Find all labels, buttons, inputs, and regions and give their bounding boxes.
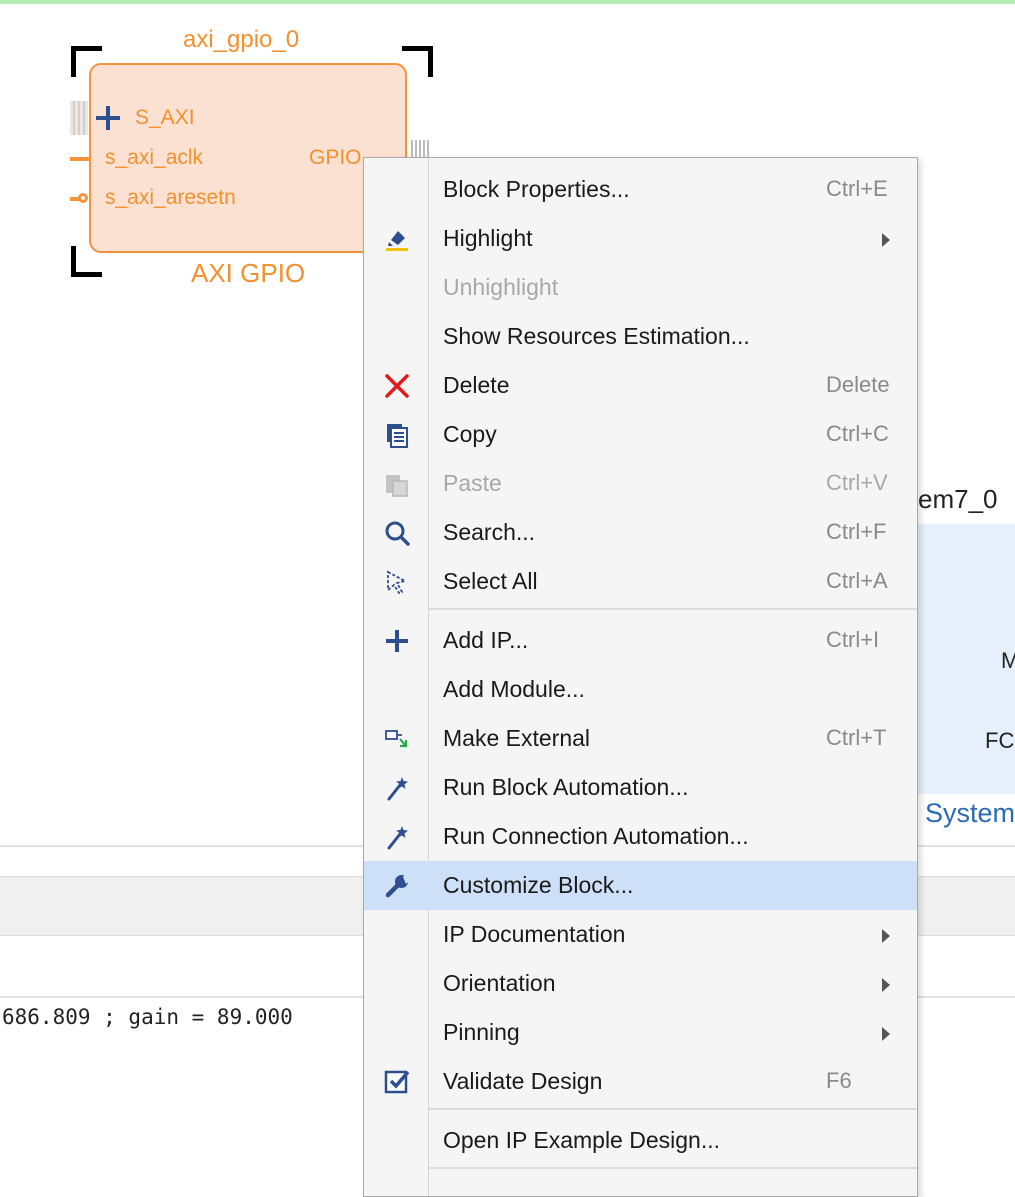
wand-icon bbox=[384, 824, 410, 850]
ps-port-label: M bbox=[1001, 648, 1015, 673]
menu-item-label: Validate Design bbox=[443, 1068, 603, 1094]
search-icon bbox=[384, 520, 410, 546]
menu-item-shortcut: Ctrl+E bbox=[826, 176, 888, 201]
menu-item-select-all[interactable]: Select All Ctrl+A bbox=[364, 557, 917, 606]
menu-item-label: Show Resources Estimation... bbox=[443, 323, 750, 349]
wrench-icon bbox=[384, 873, 410, 899]
menu-item-label: Search... bbox=[443, 519, 536, 545]
menu-item-search[interactable]: Search... Ctrl+F bbox=[364, 508, 917, 557]
ps-block-type: System bbox=[925, 798, 1015, 828]
menu-item-orientation[interactable]: Orientation bbox=[364, 959, 917, 1008]
port-s-axi-aclk: s_axi_aclk bbox=[105, 146, 204, 169]
validate-check-icon bbox=[384, 1069, 410, 1095]
ps-port-label: FC bbox=[985, 728, 1015, 753]
gpio-interface-pin[interactable] bbox=[411, 140, 429, 158]
menu-item-delete[interactable]: Delete Delete bbox=[364, 361, 917, 410]
block-type-name: AXI GPIO bbox=[191, 258, 306, 288]
menu-item-label: Select All bbox=[443, 568, 538, 594]
menu-item-label: Add IP... bbox=[443, 627, 529, 653]
menu-item-shortcut: F6 bbox=[826, 1068, 852, 1093]
menu-item-make-external[interactable]: Make External Ctrl+T bbox=[364, 714, 917, 763]
s-axi-aclk-pin[interactable] bbox=[70, 157, 90, 161]
ps-block-title: em7_0 bbox=[918, 484, 998, 514]
copy-icon bbox=[384, 422, 410, 448]
menu-item-highlight[interactable]: Highlight bbox=[364, 214, 917, 263]
menu-item-shortcut: Ctrl+V bbox=[826, 470, 888, 495]
s-axi-interface-pin[interactable] bbox=[70, 101, 88, 135]
menu-item-unhighlight[interactable]: Unhighlight bbox=[364, 263, 917, 312]
menu-item-open-ip-example-design[interactable]: Open IP Example Design... bbox=[364, 1116, 917, 1165]
menu-item-ip-documentation[interactable]: IP Documentation bbox=[364, 910, 917, 959]
highlight-icon bbox=[384, 226, 410, 252]
submenu-arrow-icon bbox=[882, 1027, 890, 1041]
expand-plus-icon[interactable] bbox=[96, 106, 120, 130]
delete-x-icon bbox=[384, 373, 410, 399]
menu-item-label: Pinning bbox=[443, 1019, 520, 1045]
port-gpio: GPIO bbox=[309, 146, 362, 169]
block-instance-name: axi_gpio_0 bbox=[183, 26, 300, 53]
port-s-axi-aresetn: s_axi_aresetn bbox=[105, 186, 236, 209]
menu-item-label: Orientation bbox=[443, 970, 556, 996]
make-external-icon bbox=[384, 726, 410, 752]
wand-icon bbox=[384, 775, 410, 801]
paste-icon bbox=[384, 471, 410, 497]
menu-item-run-connection-automation[interactable]: Run Connection Automation... bbox=[364, 812, 917, 861]
menu-item-label: Customize Block... bbox=[443, 872, 634, 898]
menu-item-show-resources-estimation[interactable]: Show Resources Estimation... bbox=[364, 312, 917, 361]
menu-separator bbox=[429, 1167, 917, 1169]
top-status-bar bbox=[0, 0, 1015, 4]
menu-separator bbox=[429, 608, 917, 610]
menu-item-shortcut: Ctrl+C bbox=[826, 421, 889, 446]
menu-item-paste[interactable]: Paste Ctrl+V bbox=[364, 459, 917, 508]
menu-item-label: Run Block Automation... bbox=[443, 774, 689, 800]
menu-item-label: IP Documentation bbox=[443, 921, 626, 947]
menu-item-label: Open IP Example Design... bbox=[443, 1127, 720, 1153]
console-output-line: 686.809 ; gain = 89.000 bbox=[2, 1005, 293, 1029]
submenu-arrow-icon bbox=[882, 233, 890, 247]
port-s-axi: S_AXI bbox=[135, 106, 195, 129]
s-axi-aresetn-pin[interactable] bbox=[78, 193, 88, 203]
menu-item-shortcut: Ctrl+A bbox=[826, 568, 888, 593]
menu-item-label: Add Module... bbox=[443, 676, 585, 702]
menu-item-label: Paste bbox=[443, 470, 502, 496]
menu-item-customize-block[interactable]: Customize Block... bbox=[364, 861, 917, 910]
menu-item-label: Delete bbox=[443, 372, 510, 398]
plus-icon bbox=[384, 628, 410, 654]
menu-item-add-ip[interactable]: Add IP... Ctrl+I bbox=[364, 616, 917, 665]
submenu-arrow-icon bbox=[882, 929, 890, 943]
menu-item-shortcut: Ctrl+T bbox=[826, 725, 887, 750]
menu-item-label: Unhighlight bbox=[443, 274, 559, 300]
menu-item-label: Block Properties... bbox=[443, 176, 630, 202]
menu-item-shortcut: Delete bbox=[826, 372, 890, 397]
menu-item-label: Copy bbox=[443, 421, 497, 447]
menu-item-copy[interactable]: Copy Ctrl+C bbox=[364, 410, 917, 459]
menu-item-label: Run Connection Automation... bbox=[443, 823, 749, 849]
menu-item-shortcut: Ctrl+I bbox=[826, 627, 880, 652]
menu-separator bbox=[429, 1108, 917, 1110]
menu-item-label: Make External bbox=[443, 725, 591, 751]
menu-item-pinning[interactable]: Pinning bbox=[364, 1008, 917, 1057]
menu-item-add-module[interactable]: Add Module... bbox=[364, 665, 917, 714]
menu-item-block-properties[interactable]: Block Properties... Ctrl+E bbox=[364, 165, 917, 214]
select-all-icon bbox=[384, 569, 410, 595]
menu-item-validate-design[interactable]: Validate Design F6 bbox=[364, 1057, 917, 1106]
context-menu[interactable]: Block Properties... Ctrl+E Highlight Unh… bbox=[363, 157, 918, 1197]
submenu-arrow-icon bbox=[882, 978, 890, 992]
menu-item-shortcut: Ctrl+F bbox=[826, 519, 887, 544]
menu-item-label: Highlight bbox=[443, 225, 533, 251]
menu-item-run-block-automation[interactable]: Run Block Automation... bbox=[364, 763, 917, 812]
